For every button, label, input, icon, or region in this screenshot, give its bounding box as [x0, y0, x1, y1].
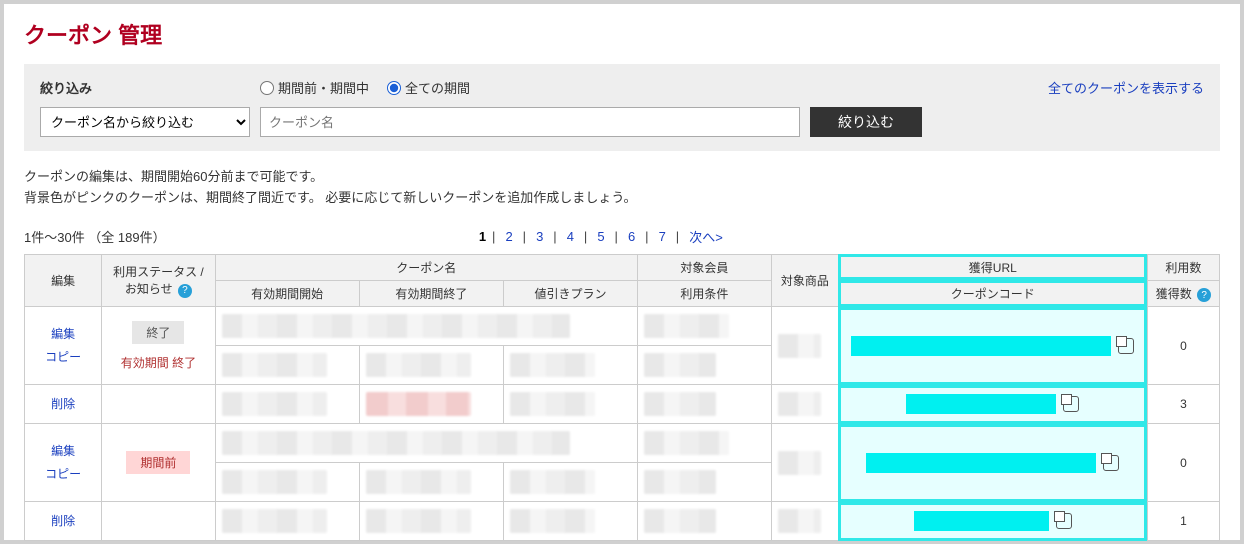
cell-url [838, 502, 1147, 541]
filter-text-input[interactable] [260, 107, 800, 137]
th-usage: 利用数 [1147, 254, 1219, 280]
pager-page[interactable]: 4 [563, 229, 578, 244]
cell-status: 終了 有効期間 終了 [102, 307, 215, 385]
url-bar [906, 394, 1056, 414]
th-acquired-text: 獲得数 [1156, 287, 1192, 301]
table-row: 編集 コピー 終了 有効期間 終了 0 [25, 307, 1220, 346]
copy-icon[interactable] [1063, 396, 1079, 412]
radio-all-label: 全ての期間 [405, 78, 470, 97]
th-edit: 編集 [25, 254, 102, 307]
table-row: 削除 1 [25, 502, 1220, 541]
coupon-table: 編集 利用ステータス / お知らせ ? クーポン名 対象会員 対象商品 獲得UR… [24, 254, 1220, 542]
table-row: 削除 3 [25, 385, 1220, 424]
th-start: 有効期間開始 [215, 280, 359, 307]
cell-url [838, 385, 1147, 424]
th-product: 対象商品 [771, 254, 838, 307]
pager-next[interactable]: 次へ> [685, 227, 727, 246]
radio-period[interactable]: 期間前・期間中 [260, 78, 369, 97]
pager: 1 | 2| 3| 4| 5| 6| 7| 次へ> [479, 227, 727, 246]
help-icon[interactable]: ? [1197, 288, 1211, 302]
help-line-2: 背景色がピンクのクーポンは、期間終了間近です。 必要に応じて新しいクーポンを追加… [24, 188, 1220, 209]
status-badge: 終了 [132, 321, 184, 344]
copy-icon[interactable] [1056, 513, 1072, 529]
cell-status: 期間前 [102, 424, 215, 502]
status-note: 有効期間 終了 [108, 354, 208, 371]
copy-icon[interactable] [1103, 455, 1119, 471]
pager-page[interactable]: 2 [501, 229, 516, 244]
help-icon[interactable]: ? [178, 284, 192, 298]
pager-page[interactable]: 5 [593, 229, 608, 244]
th-acquired: 獲得数 ? [1147, 280, 1219, 307]
edit-link[interactable]: 編集 [31, 440, 95, 463]
cell-count: 3 [1147, 385, 1219, 424]
cell-count: 0 [1147, 307, 1219, 385]
th-code: クーポンコード [838, 280, 1147, 307]
radio-period-input[interactable] [260, 81, 274, 95]
copy-icon[interactable] [1118, 338, 1134, 354]
pager-current: 1 [479, 229, 486, 244]
copy-link[interactable]: コピー [31, 463, 95, 486]
filter-label: 絞り込み [40, 78, 260, 97]
th-end: 有効期間終了 [359, 280, 503, 307]
help-text: クーポンの編集は、期間開始60分前まで可能です。 背景色がピンクのクーポンは、期… [24, 167, 1220, 209]
th-plan: 値引きプラン [504, 280, 638, 307]
radio-period-label: 期間前・期間中 [278, 78, 369, 97]
url-bar [851, 336, 1111, 356]
pager-summary: 1件～30件 （全 189件） [24, 227, 166, 246]
delete-link[interactable]: 削除 [31, 393, 95, 416]
status-badge: 期間前 [126, 451, 190, 474]
pager-page[interactable]: 7 [655, 229, 670, 244]
cell-count: 0 [1147, 424, 1219, 502]
filter-panel: 絞り込み 期間前・期間中 全ての期間 全てのクーポンを表示する クーポン名から絞… [24, 64, 1220, 151]
th-status: 利用ステータス / お知らせ ? [102, 254, 215, 307]
reset-filter-link[interactable]: 全てのクーポンを表示する [1048, 78, 1204, 97]
th-url: 獲得URL [838, 254, 1147, 280]
url-bar [914, 511, 1049, 531]
radio-all-input[interactable] [387, 81, 401, 95]
th-coupon-name: クーポン名 [215, 254, 637, 280]
edit-link[interactable]: 編集 [31, 323, 95, 346]
pager-page[interactable]: 6 [624, 229, 639, 244]
radio-all[interactable]: 全ての期間 [387, 78, 470, 97]
pager-page[interactable]: 3 [532, 229, 547, 244]
cell-count: 1 [1147, 502, 1219, 541]
page-title: クーポン 管理 [24, 18, 1220, 50]
copy-link[interactable]: コピー [31, 346, 95, 369]
filter-submit-button[interactable]: 絞り込む [810, 107, 922, 137]
cell-actions: 編集 コピー [25, 424, 102, 502]
th-condition: 利用条件 [637, 280, 771, 307]
help-line-1: クーポンの編集は、期間開始60分前まで可能です。 [24, 167, 1220, 188]
cell-url [838, 307, 1147, 385]
url-bar [866, 453, 1096, 473]
th-target-member: 対象会員 [637, 254, 771, 280]
filter-type-select[interactable]: クーポン名から絞り込む [40, 107, 250, 137]
table-row: 編集 コピー 期間前 0 [25, 424, 1220, 463]
delete-link[interactable]: 削除 [31, 510, 95, 533]
cell-actions: 編集 コピー [25, 307, 102, 385]
cell-url [838, 424, 1147, 502]
